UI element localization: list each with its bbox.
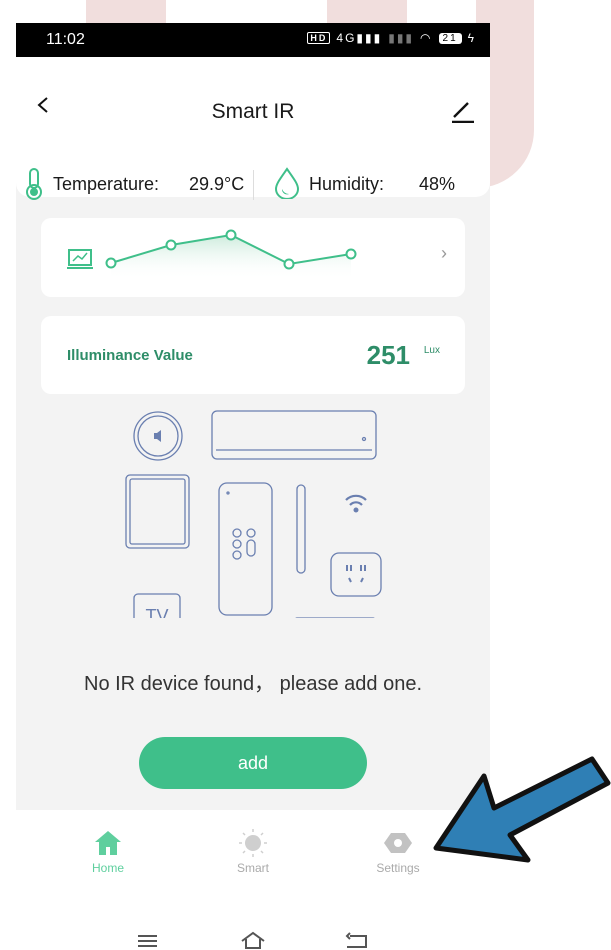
tab-home[interactable]: Home: [68, 828, 148, 875]
signal-weak-icon: ▮▮▮: [388, 31, 415, 45]
speaker-icon: [133, 411, 183, 461]
status-bar: 11:02 HD 4G▮▮▮ ▮▮▮ ◠ 21 ϟ: [16, 23, 490, 57]
illuminance-unit: Lux: [423, 345, 440, 356]
tab-smart[interactable]: Smart: [213, 828, 293, 875]
sparkline-point: [283, 258, 295, 270]
home-nav-icon[interactable]: [241, 931, 265, 949]
environment-row: Temperature: 29.9°C Humidity: 48%: [16, 167, 490, 200]
sparkline-point: [105, 257, 117, 269]
wifi-icon: [345, 494, 367, 513]
tab-home-label: Home: [91, 861, 124, 875]
sparkline-area: [111, 235, 351, 280]
hexagon-icon: [384, 833, 412, 853]
illuminance-value: 251: [366, 340, 410, 370]
remote-control-icon: [218, 482, 273, 616]
tv-label: TV: [145, 606, 168, 618]
temperature-value: 29.9°C: [189, 174, 245, 194]
hd-icon: HD: [307, 32, 331, 44]
edit-pencil-icon[interactable]: [450, 99, 474, 123]
bottom-tab-bar: Home Smart Settings: [16, 810, 490, 885]
sparkline-point: [165, 239, 177, 251]
add-device-button[interactable]: add: [139, 737, 367, 789]
wifi-icon: ◠: [420, 31, 433, 45]
chart-icon: [67, 249, 93, 269]
soundbar-vertical-icon: [296, 484, 306, 574]
chevron-right-icon[interactable]: ›: [441, 243, 447, 264]
sparkline-point: [225, 229, 237, 241]
tablet-icon: [125, 474, 190, 549]
signal-icon: 4G▮▮▮: [336, 31, 383, 45]
tab-settings[interactable]: Settings: [358, 828, 438, 875]
page-title: Smart IR: [211, 100, 295, 123]
sparkline-chart: [67, 229, 357, 280]
status-icons: HD 4G▮▮▮ ▮▮▮ ◠ 21 ϟ: [307, 31, 476, 45]
status-time: 11:02: [46, 31, 85, 48]
sun-icon: [239, 829, 267, 857]
temperature-label: Temperature:: [53, 174, 160, 194]
pointer-arrow-icon: [433, 756, 611, 863]
charging-icon: ϟ: [467, 31, 476, 45]
humidity-value: 48%: [419, 174, 456, 194]
air-conditioner-icon: [211, 410, 377, 460]
empty-state-message: No IR device found， please add one.: [84, 673, 422, 695]
smart-plug-icon: [330, 552, 382, 597]
sparkline-point: [345, 248, 357, 260]
illuminance-card: Illuminance Value 251 Lux: [41, 316, 465, 394]
illuminance-label: Illuminance Value: [67, 347, 193, 364]
tab-settings-label: Settings: [376, 861, 420, 875]
home-icon: [95, 831, 121, 855]
page-header: Smart IR Temperature: 29.9°C Humidity: 4…: [16, 57, 490, 200]
back-nav-icon[interactable]: [345, 932, 367, 948]
humidity-drop-icon: [274, 167, 300, 199]
phone-screen: 11:02 HD 4G▮▮▮ ▮▮▮ ◠ 21 ϟ Smart IR Tempe…: [16, 23, 490, 810]
battery-icon: 21: [438, 32, 462, 44]
ir-devices-illustration: TV: [125, 410, 382, 618]
tab-smart-label: Smart: [236, 861, 269, 875]
humidity-label: Humidity:: [309, 174, 385, 194]
divider: [253, 170, 254, 200]
history-chart-card[interactable]: ›: [41, 218, 465, 297]
system-navigation-bar: [138, 931, 367, 949]
menu-icon[interactable]: [138, 935, 157, 947]
thermometer-icon: [26, 168, 42, 200]
